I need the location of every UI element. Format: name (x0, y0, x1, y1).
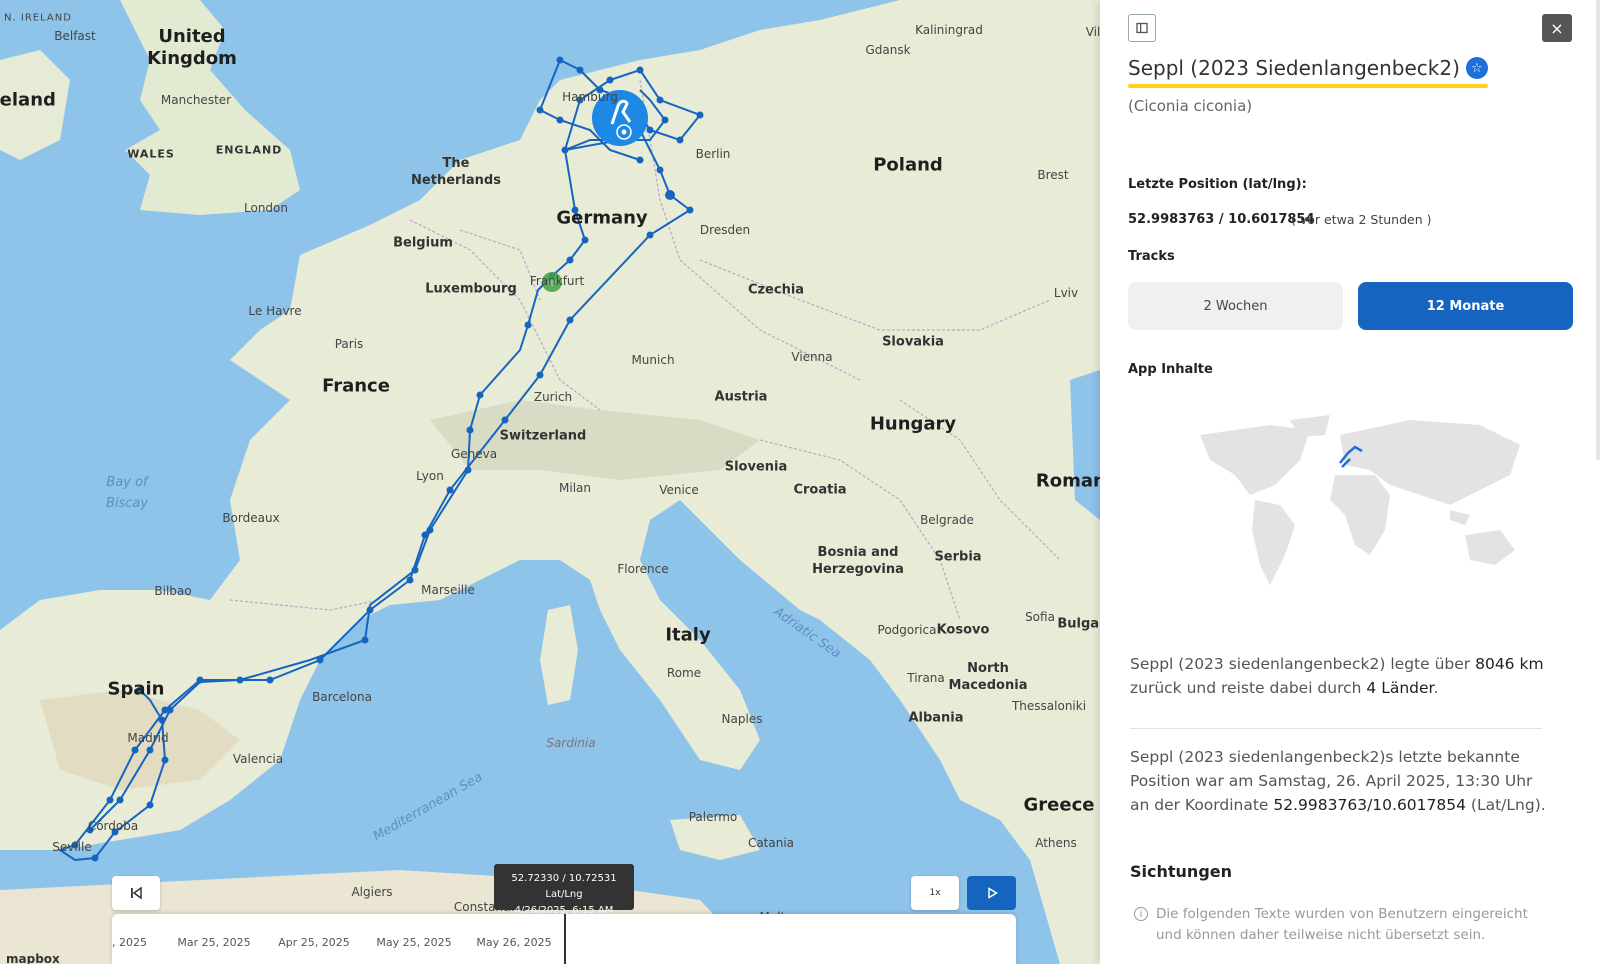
rewind-button[interactable] (112, 876, 160, 910)
timeline-scrubber[interactable]: 5, 2025 Mar 25, 2025 Apr 25, 2025 May 25… (112, 914, 1016, 964)
sidebar-toggle-button[interactable] (1128, 14, 1156, 42)
timeline-tick: Mar 25, 2025 (177, 936, 251, 949)
panel-scrollbar[interactable] (1596, 0, 1600, 460)
divider (1130, 728, 1542, 729)
skip-back-icon (131, 886, 142, 900)
close-button[interactable]: × (1542, 14, 1572, 42)
position-value: 52.9983763 / 10.6017854 (1128, 212, 1315, 227)
timeline-tick: May 26, 2025 (476, 936, 552, 949)
timeline-cursor[interactable] (564, 914, 566, 964)
world-map-thumbnail (1200, 415, 1520, 585)
summary-distance: Seppl (2023 siedenlangenbeck2) legte übe… (1130, 655, 1544, 697)
bird-detail-panel: × Seppl (2023 Siedenlangenbeck2) ☆ (Cico… (1100, 0, 1600, 964)
app-content-heading: App Inhalte (1128, 362, 1213, 377)
track-2-weeks-button[interactable]: 2 Wochen (1128, 282, 1343, 330)
tracks-heading: Tracks (1128, 249, 1175, 264)
timeline-tick: Apr 25, 2025 (278, 936, 350, 949)
timeline-tooltip: 52.72330 / 10.72531 Lat/Lng 4/26/2025, 6… (494, 864, 634, 916)
tooltip-coords: 52.72330 / 10.72531 Lat/Lng (511, 873, 617, 900)
summary-last-position: Seppl (2023 siedenlangenbeck2)s letzte b… (1130, 748, 1546, 814)
timeline-tick: 5, 2025 (112, 936, 147, 949)
speed-button[interactable]: 1x (911, 876, 959, 910)
play-button[interactable] (967, 876, 1016, 910)
map-view[interactable]: United Kingdom Ireland The Netherlands G… (0, 0, 1100, 964)
star-icon[interactable]: ☆ (1465, 57, 1488, 79)
title-highlight (1128, 84, 1488, 88)
info-icon: i (1134, 907, 1148, 921)
position-age: ( vor etwa 2 Stunden ) (1291, 212, 1432, 227)
sightings-note: i Die folgenden Texte wurden von Benutze… (1134, 904, 1554, 946)
map-basemap (0, 0, 1100, 964)
sightings-heading: Sichtungen (1130, 862, 1233, 881)
play-icon (987, 887, 998, 899)
position-heading: Letzte Position (lat/lng): (1128, 177, 1307, 192)
species-name: (Ciconia ciconia) (1128, 97, 1253, 115)
sidebar-toggle-icon (1136, 22, 1148, 34)
track-12-months-button[interactable]: 12 Monate (1358, 282, 1573, 330)
timeline-tick: May 25, 2025 (376, 936, 452, 949)
bird-name: Seppl (2023 Siedenlangenbeck2) (1128, 56, 1460, 80)
bird-title: Seppl (2023 Siedenlangenbeck2) ☆ (1128, 56, 1488, 80)
mapbox-logo: mapbox (6, 952, 60, 964)
